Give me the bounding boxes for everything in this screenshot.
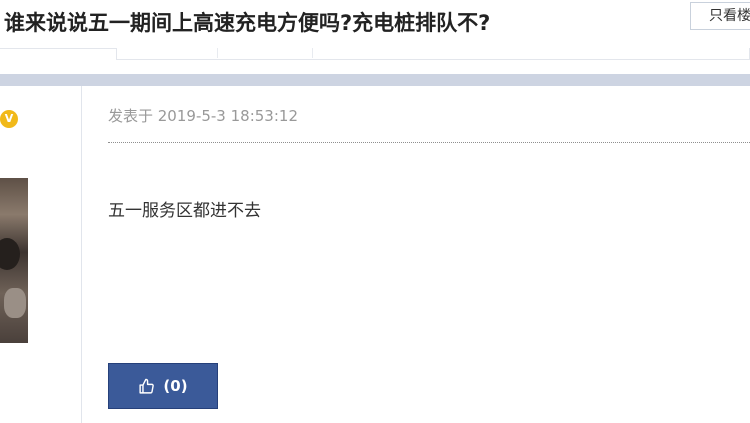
header-tab-stub (217, 48, 313, 58)
post-separator (0, 74, 750, 86)
post-divider (108, 142, 750, 143)
header-substrip (116, 48, 750, 60)
post-body: 五一服务区都进不去 (108, 201, 261, 221)
post-time: 发表于 2019-5-3 18:53:12 (108, 107, 298, 125)
thumbs-up-icon (139, 378, 155, 394)
like-button[interactable]: (0) (108, 363, 218, 409)
only-author-button[interactable]: 只看楼 (690, 2, 750, 30)
like-count: (0) (163, 377, 188, 395)
avatar-shape (0, 238, 20, 270)
vip-badge-icon: V (0, 110, 18, 128)
thread-title: 谁来说说五一期间上高速充电方便吗?充电桩排队不? (4, 11, 491, 35)
avatar-shape (4, 288, 26, 318)
avatar[interactable] (0, 178, 28, 343)
thread-header: 谁来说说五一期间上高速充电方便吗?充电桩排队不? 只看楼 (0, 0, 750, 49)
